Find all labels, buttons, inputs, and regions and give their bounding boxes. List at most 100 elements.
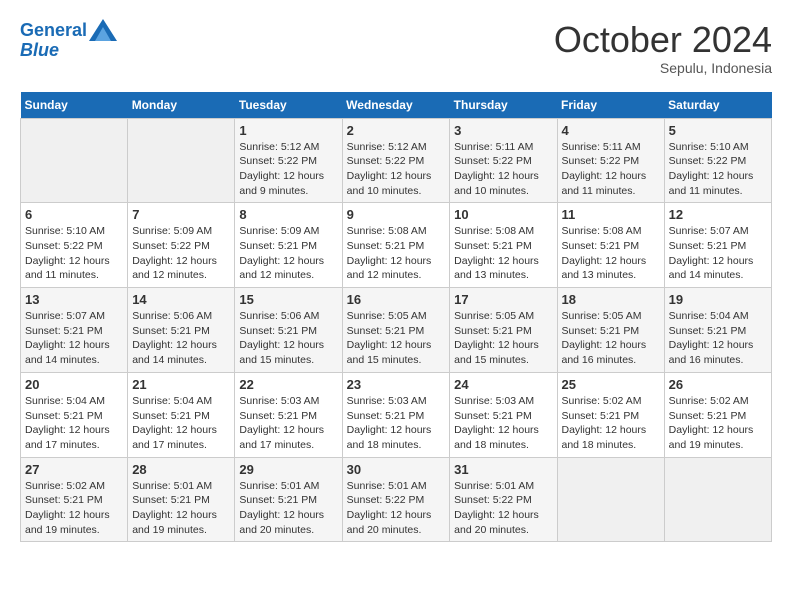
day-detail: Sunrise: 5:03 AMSunset: 5:21 PMDaylight:… — [454, 394, 552, 453]
day-number: 4 — [562, 123, 660, 138]
day-detail: Sunrise: 5:11 AMSunset: 5:22 PMDaylight:… — [562, 140, 660, 199]
calendar-cell: 29 Sunrise: 5:01 AMSunset: 5:21 PMDayligh… — [235, 457, 342, 542]
calendar-cell: 5Sunrise: 5:10 AMSunset: 5:22 PMDaylight… — [664, 118, 771, 203]
calendar-cell — [128, 118, 235, 203]
calendar-cell: 9 Sunrise: 5:08 AMSunset: 5:21 PMDaylight… — [342, 203, 450, 288]
calendar-cell: 4 Sunrise: 5:11 AMSunset: 5:22 PMDaylight… — [557, 118, 664, 203]
weekday-header-sunday: Sunday — [21, 92, 128, 119]
calendar-cell: 30 Sunrise: 5:01 AMSunset: 5:22 PMDayligh… — [342, 457, 450, 542]
logo-icon — [89, 19, 117, 41]
day-number: 30 — [347, 462, 446, 477]
calendar-cell: 15 Sunrise: 5:06 AMSunset: 5:21 PMDayligh… — [235, 288, 342, 373]
calendar-cell — [21, 118, 128, 203]
day-number: 7 — [132, 207, 230, 222]
calendar-cell: 28 Sunrise: 5:01 AMSunset: 5:21 PMDayligh… — [128, 457, 235, 542]
weekday-header-tuesday: Tuesday — [235, 92, 342, 119]
day-number: 26 — [669, 377, 767, 392]
calendar-cell: 27 Sunrise: 5:02 AMSunset: 5:21 PMDayligh… — [21, 457, 128, 542]
day-number: 31 — [454, 462, 552, 477]
day-detail: Sunrise: 5:01 AMSunset: 5:21 PMDaylight:… — [239, 479, 337, 538]
day-number: 14 — [132, 292, 230, 307]
day-detail: Sunrise: 5:05 AMSunset: 5:21 PMDaylight:… — [347, 309, 446, 368]
day-number: 10 — [454, 207, 552, 222]
day-detail: Sunrise: 5:12 AMSunset: 5:22 PMDaylight:… — [239, 140, 337, 199]
day-detail: Sunrise: 5:09 AMSunset: 5:21 PMDaylight:… — [239, 224, 337, 283]
day-number: 29 — [239, 462, 337, 477]
weekday-header-wednesday: Wednesday — [342, 92, 450, 119]
calendar-cell: 21 Sunrise: 5:04 AMSunset: 5:21 PMDayligh… — [128, 372, 235, 457]
day-detail: Sunrise: 5:05 AMSunset: 5:21 PMDaylight:… — [562, 309, 660, 368]
calendar-cell: 23Sunrise: 5:03 AMSunset: 5:21 PMDayligh… — [342, 372, 450, 457]
day-number: 28 — [132, 462, 230, 477]
day-detail: Sunrise: 5:01 AMSunset: 5:22 PMDaylight:… — [454, 479, 552, 538]
calendar-cell: 19Sunrise: 5:04 AMSunset: 5:21 PMDayligh… — [664, 288, 771, 373]
calendar-cell: 12Sunrise: 5:07 AMSunset: 5:21 PMDayligh… — [664, 203, 771, 288]
day-detail: Sunrise: 5:06 AMSunset: 5:21 PMDaylight:… — [239, 309, 337, 368]
calendar-cell: 25Sunrise: 5:02 AMSunset: 5:21 PMDayligh… — [557, 372, 664, 457]
calendar-cell: 31 Sunrise: 5:01 AMSunset: 5:22 PMDayligh… — [450, 457, 557, 542]
day-detail: Sunrise: 5:11 AMSunset: 5:22 PMDaylight:… — [454, 140, 552, 199]
day-detail: Sunrise: 5:10 AMSunset: 5:22 PMDaylight:… — [25, 224, 123, 283]
day-detail: Sunrise: 5:04 AMSunset: 5:21 PMDaylight:… — [132, 394, 230, 453]
day-number: 2 — [347, 123, 446, 138]
calendar-cell: 18 Sunrise: 5:05 AMSunset: 5:21 PMDayligh… — [557, 288, 664, 373]
calendar-cell — [557, 457, 664, 542]
day-number: 21 — [132, 377, 230, 392]
weekday-header-thursday: Thursday — [450, 92, 557, 119]
location: Sepulu, Indonesia — [554, 60, 772, 76]
calendar-week-5: 27 Sunrise: 5:02 AMSunset: 5:21 PMDayligh… — [21, 457, 772, 542]
day-detail: Sunrise: 5:08 AMSunset: 5:21 PMDaylight:… — [347, 224, 446, 283]
calendar-cell: 3 Sunrise: 5:11 AMSunset: 5:22 PMDaylight… — [450, 118, 557, 203]
calendar-cell: 7 Sunrise: 5:09 AMSunset: 5:22 PMDaylight… — [128, 203, 235, 288]
calendar-week-1: 1Sunrise: 5:12 AMSunset: 5:22 PMDaylight… — [21, 118, 772, 203]
calendar-week-3: 13Sunrise: 5:07 AMSunset: 5:21 PMDayligh… — [21, 288, 772, 373]
day-number: 22 — [239, 377, 337, 392]
calendar-cell: 6 Sunrise: 5:10 AMSunset: 5:22 PMDaylight… — [21, 203, 128, 288]
day-number: 20 — [25, 377, 123, 392]
day-detail: Sunrise: 5:03 AMSunset: 5:21 PMDaylight:… — [347, 394, 446, 453]
calendar-cell: 13Sunrise: 5:07 AMSunset: 5:21 PMDayligh… — [21, 288, 128, 373]
day-detail: Sunrise: 5:02 AMSunset: 5:21 PMDaylight:… — [25, 479, 123, 538]
day-number: 9 — [347, 207, 446, 222]
calendar-cell: 10 Sunrise: 5:08 AMSunset: 5:21 PMDayligh… — [450, 203, 557, 288]
calendar-cell: 8 Sunrise: 5:09 AMSunset: 5:21 PMDaylight… — [235, 203, 342, 288]
logo-blue-text: Blue — [20, 40, 117, 62]
weekday-header-monday: Monday — [128, 92, 235, 119]
calendar-cell: 24 Sunrise: 5:03 AMSunset: 5:21 PMDayligh… — [450, 372, 557, 457]
calendar-cell: 17Sunrise: 5:05 AMSunset: 5:21 PMDayligh… — [450, 288, 557, 373]
day-number: 17 — [454, 292, 552, 307]
day-number: 27 — [25, 462, 123, 477]
day-detail: Sunrise: 5:10 AMSunset: 5:22 PMDaylight:… — [669, 140, 767, 199]
calendar-week-2: 6 Sunrise: 5:10 AMSunset: 5:22 PMDaylight… — [21, 203, 772, 288]
day-detail: Sunrise: 5:03 AMSunset: 5:21 PMDaylight:… — [239, 394, 337, 453]
weekday-header-friday: Friday — [557, 92, 664, 119]
page-header: General Blue October 2024 Sepulu, Indone… — [20, 20, 772, 76]
day-number: 3 — [454, 123, 552, 138]
calendar-week-4: 20 Sunrise: 5:04 AMSunset: 5:21 PMDayligh… — [21, 372, 772, 457]
day-number: 25 — [562, 377, 660, 392]
day-number: 6 — [25, 207, 123, 222]
day-number: 18 — [562, 292, 660, 307]
day-number: 8 — [239, 207, 337, 222]
day-detail: Sunrise: 5:08 AMSunset: 5:21 PMDaylight:… — [454, 224, 552, 283]
calendar-cell — [664, 457, 771, 542]
day-number: 24 — [454, 377, 552, 392]
day-number: 12 — [669, 207, 767, 222]
calendar-cell: 20Sunrise: 5:04 AMSunset: 5:21 PMDayligh… — [21, 372, 128, 457]
calendar-cell: 2 Sunrise: 5:12 AMSunset: 5:22 PMDaylight… — [342, 118, 450, 203]
day-detail: Sunrise: 5:12 AMSunset: 5:22 PMDaylight:… — [347, 140, 446, 199]
calendar-table: SundayMondayTuesdayWednesdayThursdayFrid… — [20, 92, 772, 543]
day-detail: Sunrise: 5:09 AMSunset: 5:22 PMDaylight:… — [132, 224, 230, 283]
day-number: 15 — [239, 292, 337, 307]
day-number: 11 — [562, 207, 660, 222]
weekday-header-row: SundayMondayTuesdayWednesdayThursdayFrid… — [21, 92, 772, 119]
calendar-cell: 16Sunrise: 5:05 AMSunset: 5:21 PMDayligh… — [342, 288, 450, 373]
day-detail: Sunrise: 5:01 AMSunset: 5:22 PMDaylight:… — [347, 479, 446, 538]
calendar-cell: 14 Sunrise: 5:06 AMSunset: 5:21 PMDayligh… — [128, 288, 235, 373]
logo-text: General — [20, 20, 87, 42]
month-title: October 2024 — [554, 20, 772, 60]
day-detail: Sunrise: 5:01 AMSunset: 5:21 PMDaylight:… — [132, 479, 230, 538]
day-detail: Sunrise: 5:02 AMSunset: 5:21 PMDaylight:… — [669, 394, 767, 453]
day-detail: Sunrise: 5:06 AMSunset: 5:21 PMDaylight:… — [132, 309, 230, 368]
calendar-cell: 11Sunrise: 5:08 AMSunset: 5:21 PMDayligh… — [557, 203, 664, 288]
